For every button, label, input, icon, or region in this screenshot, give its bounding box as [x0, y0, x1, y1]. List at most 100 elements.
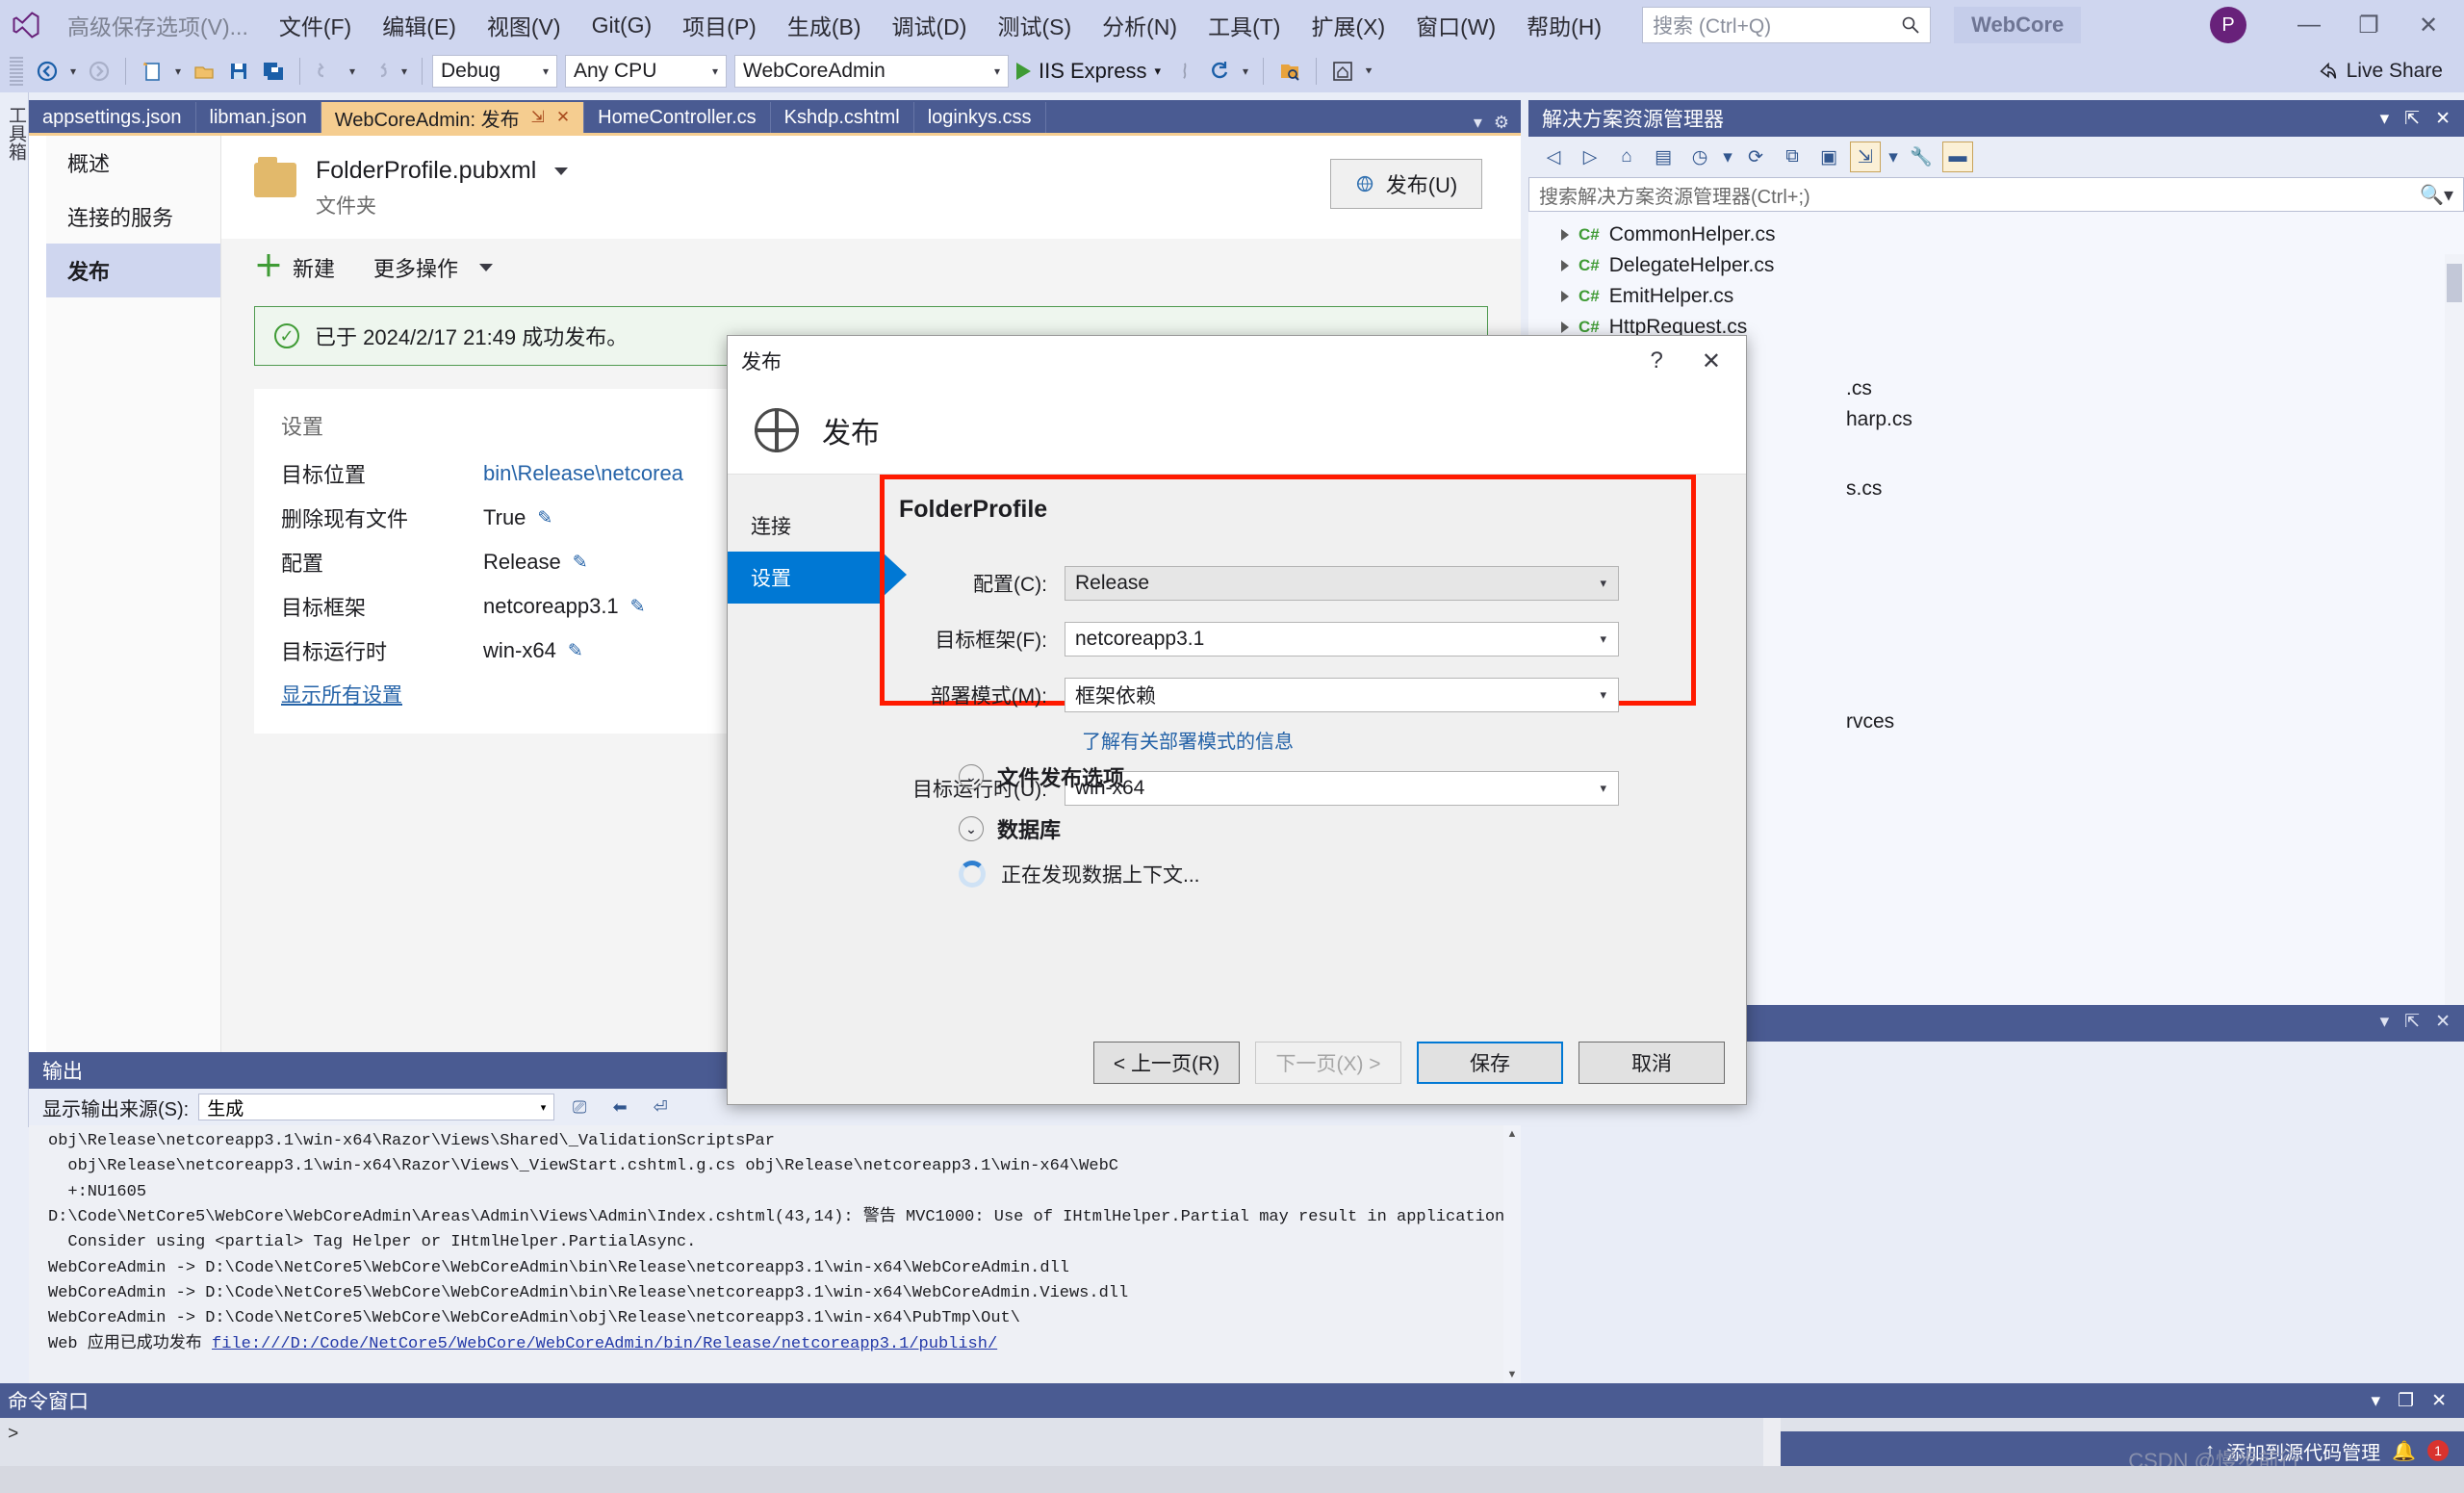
step-connection[interactable]: 连接 — [728, 500, 882, 552]
file-publish-options-section[interactable]: ⌄ 文件发布选项 — [899, 761, 1124, 792]
close-tab-icon[interactable]: ✕ — [556, 108, 570, 127]
new-profile-button[interactable]: ＋ 新建 — [254, 252, 335, 283]
collapse-all-icon[interactable]: ⧉ — [1777, 142, 1808, 172]
output-source-select[interactable]: 生成 ▾ — [198, 1094, 554, 1120]
notification-bell-icon[interactable]: 🔔 — [2392, 1439, 2416, 1463]
menu-item-extensions[interactable]: 扩展(X) — [1296, 3, 1400, 47]
pin-icon[interactable]: ⇲ — [531, 108, 545, 127]
edit-pencil-icon[interactable]: ✎ — [537, 507, 552, 529]
pin-icon[interactable]: ⇱ — [2404, 108, 2420, 130]
chevron-down-icon[interactable]: ▾ — [2380, 1011, 2390, 1033]
expand-triangle-icon[interactable] — [1561, 229, 1569, 241]
tab-appsettings-json[interactable]: appsettings.json — [29, 102, 196, 133]
menu-item-analyze[interactable]: 分析(N) — [1087, 3, 1193, 47]
deployment-mode-info-link[interactable]: 了解有关部署模式的信息 — [1082, 726, 1721, 754]
menu-item-project[interactable]: 项目(P) — [667, 3, 772, 47]
edit-pencil-icon[interactable]: ✎ — [630, 596, 646, 618]
menu-item-build[interactable]: 生成(B) — [772, 3, 877, 47]
refresh-icon[interactable] — [1203, 55, 1236, 88]
cancel-button[interactable]: 取消 — [1578, 1042, 1725, 1084]
more-actions-button[interactable]: 更多操作 — [373, 252, 493, 283]
deployment-mode-select[interactable]: 框架依赖 ▾ — [1065, 678, 1619, 712]
scroll-down-icon[interactable]: ▼ — [1503, 1366, 1521, 1383]
save-button[interactable]: 保存 — [1417, 1042, 1563, 1084]
tree-item-delegatehelper-cs[interactable]: C# DelegateHelper.cs — [1528, 250, 2464, 281]
refresh-dropdown-icon[interactable]: ▾ — [1238, 55, 1253, 88]
save-icon[interactable] — [222, 55, 255, 88]
pin-icon[interactable]: ⇱ — [2404, 1011, 2420, 1033]
global-search-input[interactable]: 搜索 (Ctrl+Q) — [1642, 7, 1931, 43]
refresh-icon[interactable]: ⟳ — [1740, 142, 1771, 172]
menu-item-help[interactable]: 帮助(H) — [1511, 3, 1617, 47]
close-icon[interactable]: ✕ — [2435, 108, 2451, 130]
home-icon[interactable]: ⌂ — [1611, 142, 1642, 172]
edit-pencil-icon[interactable]: ✎ — [573, 552, 588, 574]
restore-icon[interactable]: ❐ — [2339, 1, 2399, 49]
tab-kshdp-cshtml[interactable]: Kshdp.cshtml — [771, 102, 914, 133]
clear-all-icon[interactable]: ⎚ — [564, 1093, 595, 1121]
toggle-word-wrap-icon[interactable]: ⏎ — [645, 1093, 676, 1121]
tab-loginkys-css[interactable]: loginkys.css — [914, 102, 1046, 133]
find-in-files-icon[interactable] — [1273, 55, 1306, 88]
menu-item-window[interactable]: 窗口(W) — [1400, 3, 1511, 47]
go-to-message-icon[interactable]: ⬅ — [604, 1093, 635, 1121]
chevron-down-icon[interactable]: ▾ — [1721, 142, 1734, 172]
output-console-text[interactable]: obj\Release\netcoreapp3.1\win-x64\Razor\… — [29, 1125, 1521, 1383]
menu-item-git[interactable]: Git(G) — [577, 7, 668, 44]
output-scrollbar[interactable]: ▲ ▼ — [1503, 1125, 1521, 1383]
sidebar-item-overview[interactable]: 概述 — [46, 136, 220, 190]
tree-item-emithelper-cs[interactable]: C# EmitHelper.cs — [1528, 281, 2464, 312]
minimize-icon[interactable]: — — [2279, 1, 2339, 49]
close-icon[interactable]: ✕ — [2435, 1011, 2451, 1033]
close-icon[interactable]: ✕ — [1702, 348, 1721, 375]
avatar[interactable]: P — [2210, 7, 2246, 43]
properties-icon[interactable]: 🔧 — [1906, 142, 1937, 172]
publish-profile-name[interactable]: FolderProfile.pubxml — [316, 157, 568, 185]
show-all-files-icon[interactable]: ◷ — [1684, 142, 1715, 172]
target-runtime-select[interactable]: win-x64 ▾ — [1065, 771, 1619, 806]
step-settings[interactable]: 设置 — [728, 552, 882, 604]
menu-app-label[interactable]: 高级保存选项(V)... — [52, 3, 264, 47]
startup-project-select[interactable]: WebCoreAdmin ▾ — [734, 55, 1009, 88]
new-project-dropdown-icon[interactable]: ▾ — [170, 55, 186, 88]
setting-value[interactable]: bin\Release\netcorea — [483, 461, 683, 486]
chevron-down-icon[interactable]: ▾ — [2380, 108, 2390, 130]
publish-path-link[interactable]: file:///D:/Code/NetCore5/WebCore/WebCore… — [212, 1335, 997, 1353]
previous-button[interactable]: < 上一页(R) — [1093, 1042, 1240, 1084]
tab-webcoreadmin-publish[interactable]: WebCoreAdmin: 发布 ⇲ ✕ — [321, 102, 584, 133]
tab-homecontroller-cs[interactable]: HomeController.cs — [584, 102, 771, 133]
run-button[interactable]: IIS Express ▾ — [1011, 59, 1167, 84]
scrollbar-thumb[interactable] — [2447, 264, 2462, 302]
maximize-icon[interactable]: ❐ — [2398, 1390, 2414, 1412]
pending-changes-icon[interactable]: ▤ — [1648, 142, 1679, 172]
edit-pencil-icon[interactable]: ✎ — [568, 640, 583, 662]
publish-button[interactable]: 发布(U) — [1330, 159, 1482, 209]
home-window-icon[interactable] — [1326, 55, 1359, 88]
open-file-icon[interactable] — [188, 55, 220, 88]
solution-explorer-search-input[interactable]: 搜索解决方案资源管理器(Ctrl+;) 🔍▾ — [1528, 177, 2464, 212]
view-code-icon[interactable]: ▣ — [1813, 142, 1844, 172]
save-all-icon[interactable] — [257, 55, 290, 88]
sidebar-item-publish[interactable]: 发布 — [46, 244, 220, 297]
chevron-down-icon[interactable]: ▾ — [1154, 64, 1161, 79]
menu-item-debug[interactable]: 调试(D) — [877, 3, 983, 47]
sidebar-item-connected-services[interactable]: 连接的服务 — [46, 190, 220, 244]
menu-item-file[interactable]: 文件(F) — [264, 3, 367, 47]
help-icon[interactable]: ? — [1651, 348, 1663, 375]
tree-item-commonhelper-cs[interactable]: C# CommonHelper.cs — [1528, 219, 2464, 250]
tabstrip-settings-icon[interactable]: ⚙ — [1494, 113, 1509, 133]
chevron-down-icon[interactable] — [554, 167, 568, 175]
close-icon[interactable]: ✕ — [2431, 1390, 2447, 1412]
menu-item-view[interactable]: 视图(V) — [472, 3, 577, 47]
tab-list-icon[interactable]: ▾ — [1474, 113, 1482, 133]
menu-item-test[interactable]: 测试(S) — [982, 3, 1087, 47]
scroll-up-icon[interactable]: ▲ — [1503, 1125, 1521, 1143]
expand-triangle-icon[interactable] — [1561, 291, 1569, 302]
toolbar-overflow-icon[interactable]: ⯆ — [1361, 55, 1376, 88]
navigate-back-icon[interactable] — [31, 55, 64, 88]
configuration-select[interactable]: Release ▾ — [1065, 566, 1619, 601]
expand-triangle-icon[interactable] — [1561, 322, 1569, 333]
platform-select[interactable]: Any CPU ▾ — [565, 55, 727, 88]
command-window-scrollbar[interactable] — [1763, 1418, 1781, 1466]
chevron-down-icon[interactable]: ▾ — [2371, 1390, 2380, 1412]
